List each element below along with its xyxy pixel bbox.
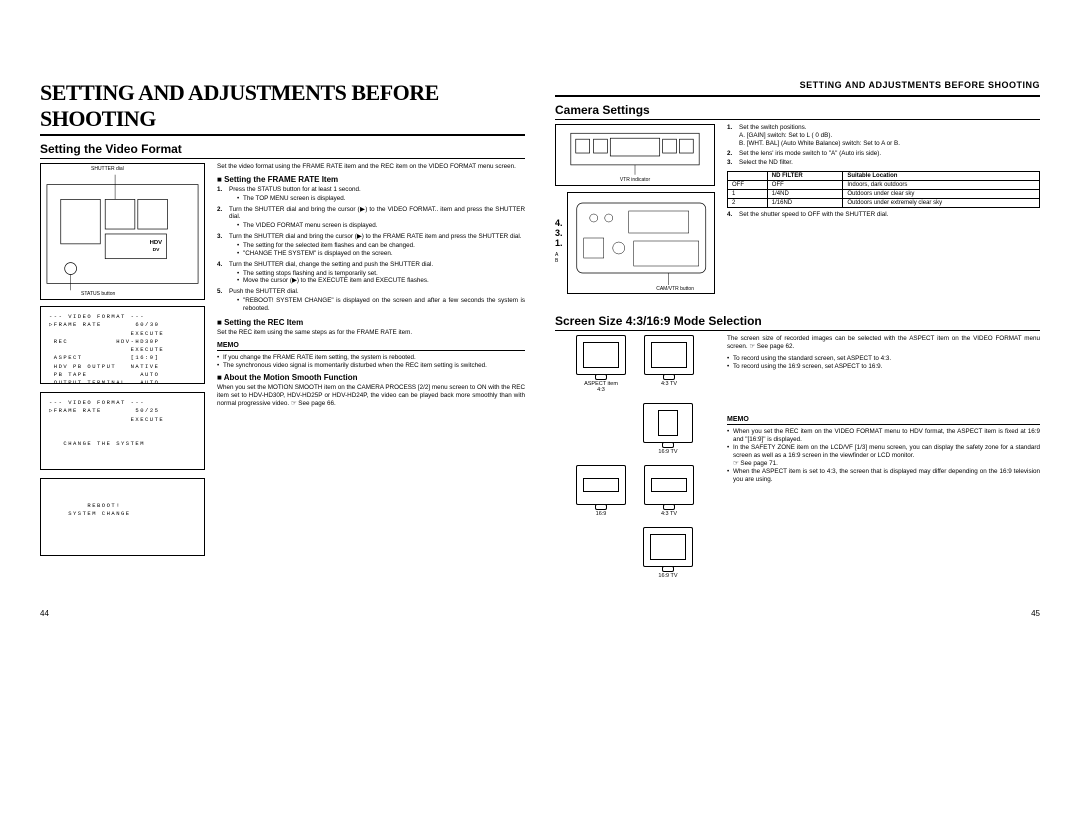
diagram-vtr: VTR indicator [555,124,715,186]
label-camvtr: CAM/VTR button [656,286,694,292]
section-title-right: SETTING AND ADJUSTMENTS BEFORE SHOOTING [555,80,1040,97]
memo-heading: MEMO [217,342,525,351]
rec-text: Set the REC item using the same steps as… [217,329,525,337]
menu-screen-1: --- VIDEO FORMAT --- ▷FRAME RATE 60/30 E… [40,306,205,384]
label-vtr: VTR indicator [556,177,714,183]
tv-43-from-169 [644,465,694,505]
heading-camera-settings: Camera Settings [555,103,1040,120]
tv-169-from-43 [643,403,693,443]
memo-heading-2: MEMO [727,416,1040,425]
heading-video-format: Setting the Video Format [40,142,525,159]
sub-rec-item: Setting the REC Item [217,318,525,327]
tv-43-output [644,335,694,375]
nd-filter-table: ND FILTERSuitable Location OFFOFFIndoors… [727,171,1040,208]
section-title: SETTING AND ADJUSTMENTS BEFORE SHOOTING [40,80,525,136]
page-right: SETTING AND ADJUSTMENTS BEFORE SHOOTING … [555,80,1040,618]
intro-text: Set the video format using the FRAME RAT… [217,163,525,171]
sub-motion-smooth: About the Motion Smooth Function [217,373,525,382]
page-number-left: 44 [40,589,525,618]
camera-illustration: HDV DV [41,164,204,299]
aspect-bullets: To record using the standard screen, set… [727,355,1040,371]
svg-text:HDV: HDV [150,240,163,246]
label-shutter-dial: SHUTTER dial [91,166,124,172]
menu-screen-2: --- VIDEO FORMAT --- ▷FRAME RATE 50/25 E… [40,392,205,470]
tv-169-output [643,527,693,567]
diagram-camera-side: CAM/VTR button [567,192,715,294]
camera-step-4: 4.Set the shutter speed to OFF with the … [727,211,1040,219]
label-status-button: STATUS button [81,291,115,297]
memo-list-2: When you set the REC item on the VIDEO F… [727,428,1040,483]
callout-numbers: 4. 3. 1. A B [555,218,563,264]
sub-frame-rate: Setting the FRAME RATE Item [217,175,525,184]
frame-rate-steps: 1.Press the STATUS button for at least 1… [217,186,525,314]
page-left: SETTING AND ADJUSTMENTS BEFORE SHOOTING … [40,80,525,618]
svg-text:DV: DV [153,247,161,253]
heading-screen-size: Screen Size 4:3/16:9 Mode Selection [555,314,1040,331]
menu-screen-3: REBOOT! SYSTEM CHANGE [40,478,205,556]
screen-size-intro: The screen size of recorded images can b… [727,335,1040,351]
aspect-diagram: ASPECT item 4:3 4:3 TV 16:9 TV [555,335,715,589]
memo-list: If you change the FRAME RATE item settin… [217,354,525,370]
camera-steps: 1.Set the switch positions. A. [GAIN] sw… [727,124,1040,167]
tv-aspect-169-source [576,465,626,505]
page-number-right: 45 [555,589,1040,618]
diagram-camera-controls: HDV DV SHUTTER dial STATUS button [40,163,205,300]
tv-aspect-43-source [576,335,626,375]
motion-text: When you set the MOTION SMOOTH item on t… [217,384,525,408]
